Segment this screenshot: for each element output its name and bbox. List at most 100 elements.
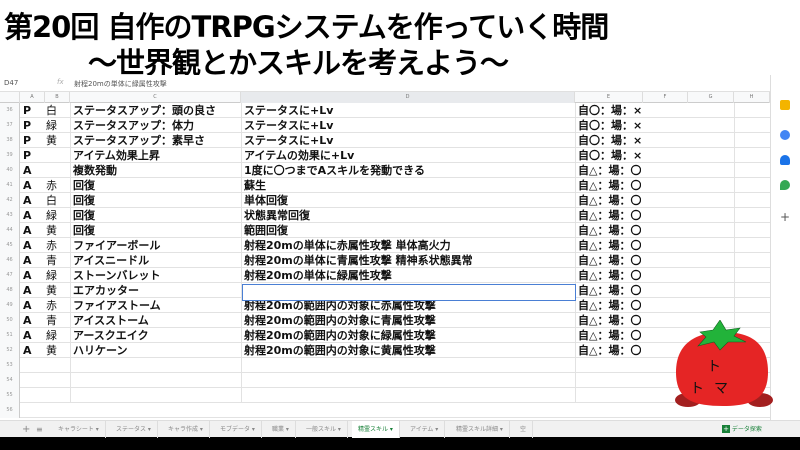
cell-effect[interactable]: 状態異常回復 [244,208,574,223]
cell-usage[interactable]: 自△：場：〇 [578,223,641,238]
row-number[interactable]: 46 [0,253,20,268]
cell-effect[interactable]: 単体回復 [244,193,574,208]
cell-effect[interactable]: ステータスに+Lv [244,103,574,118]
row-number[interactable]: 42 [0,193,20,208]
cell-usage[interactable]: 自△：場：〇 [578,343,641,358]
sheet-tab[interactable]: キャラシート ▾ [52,421,106,438]
sheet-tab[interactable]: 職業 ▾ [266,421,296,438]
cell-usage[interactable]: 自〇：場：× [578,133,642,148]
add-addon-icon[interactable]: + [780,210,790,224]
cell-type[interactable]: A [23,223,32,238]
row-number[interactable]: 47 [0,268,20,283]
cell-skill-name[interactable]: アースクエイク [73,328,238,343]
cell-color[interactable]: 緑 [46,118,57,133]
cell-type[interactable]: P [23,133,31,148]
cell-type[interactable]: A [23,253,32,268]
cell-skill-name[interactable]: ストーンバレット [73,268,238,283]
cell-type[interactable]: A [23,313,32,328]
cell-color[interactable]: 青 [46,313,57,328]
cell-effect[interactable]: 射程20mの範囲内の対象に緑属性攻撃 [244,328,574,343]
row-number[interactable]: 48 [0,283,20,298]
cell-type[interactable]: A [23,178,32,193]
cell-type[interactable]: A [23,268,32,283]
cell-effect[interactable]: 射程20mの単体に青属性攻撃 精神系状態異常 [244,253,574,268]
cell-color[interactable]: 黄 [46,283,57,298]
row-number[interactable]: 38 [0,133,20,148]
cell-effect[interactable]: 射程20mの単体に赤属性攻撃 単体高火力 [244,238,574,253]
cell-effect[interactable]: 射程20mの単体に緑属性攻撃 [244,268,574,283]
cell-effect[interactable]: ステータスに+Lv [244,133,574,148]
column-header[interactable]: B [45,92,70,103]
cell-usage[interactable]: 自△：場：〇 [578,283,641,298]
column-header[interactable]: F [643,92,688,103]
keep-icon[interactable] [780,100,790,110]
cell-skill-name[interactable]: ハリケーン [73,343,238,358]
cell-skill-name[interactable]: 回復 [73,178,238,193]
cell-effect[interactable]: 範囲回復 [244,223,574,238]
sheet-tab[interactable]: 精霊スキル ▾ [352,421,400,438]
column-header[interactable]: A [20,92,45,103]
cell-usage[interactable]: 自△：場：〇 [578,253,641,268]
cell-type[interactable]: A [23,238,32,253]
cell-color[interactable]: 緑 [46,328,57,343]
column-header[interactable]: D [241,92,575,103]
row-number[interactable]: 36 [0,103,20,118]
cell-usage[interactable]: 自△：場：〇 [578,178,641,193]
row-number[interactable]: 51 [0,328,20,343]
cell-skill-name[interactable]: 回復 [73,223,238,238]
cell-type[interactable]: A [23,163,32,178]
cell-skill-name[interactable]: エアカッター [73,283,238,298]
cell-skill-name[interactable]: ステータスアップ：体力 [73,118,238,133]
tasks-icon[interactable] [780,130,790,140]
cell-type[interactable]: P [23,118,31,133]
cell-color[interactable]: 赤 [46,298,57,313]
row-number[interactable]: 41 [0,178,20,193]
cell-reference[interactable]: D47 [4,79,18,87]
cell-usage[interactable]: 自〇：場：× [578,118,642,133]
cell-usage[interactable]: 自△：場：〇 [578,313,641,328]
cell-skill-name[interactable]: 複数発動 [73,163,238,178]
cell-effect[interactable]: アイテムの効果に+Lv [244,148,574,163]
row-number[interactable]: 56 [0,403,20,418]
sheet-tab[interactable]: 一般スキル ▾ [300,421,348,438]
cell-type[interactable]: P [23,148,31,163]
row-number[interactable]: 53 [0,358,20,373]
cell-usage[interactable]: 自△：場：〇 [578,193,641,208]
column-header[interactable]: C [70,92,241,103]
cell-type[interactable]: A [23,208,32,223]
sheet-tab[interactable]: 精霊スキル詳細 ▾ [450,421,510,438]
explore-button[interactable]: + データ探索 [722,424,762,433]
cell-color[interactable]: 赤 [46,178,57,193]
all-sheets-icon[interactable]: ≡ [36,421,43,438]
cell-color[interactable]: 青 [46,253,57,268]
cell-skill-name[interactable]: アイテム効果上昇 [73,148,238,163]
cell-usage[interactable]: 自△：場：〇 [578,208,641,223]
column-header[interactable]: E [575,92,643,103]
cell-effect[interactable]: ステータスに+Lv [244,118,574,133]
active-cell-editor[interactable] [242,284,576,301]
column-header[interactable]: H [734,92,770,103]
row-number[interactable]: 45 [0,238,20,253]
row-number[interactable]: 49 [0,298,20,313]
row-number[interactable]: 55 [0,388,20,403]
cell-skill-name[interactable]: ファイアストーム [73,298,238,313]
cell-color[interactable]: 白 [46,193,57,208]
cell-skill-name[interactable]: ステータスアップ：素早さ [73,133,238,148]
row-number[interactable]: 54 [0,373,20,388]
cell-effect[interactable]: 1度に〇つまでAスキルを発動できる [244,163,574,178]
row-number[interactable]: 37 [0,118,20,133]
row-number[interactable]: 43 [0,208,20,223]
add-sheet-icon[interactable]: + [22,421,30,438]
cell-usage[interactable]: 自△：場：〇 [578,238,641,253]
cell-type[interactable]: P [23,103,31,118]
cell-usage[interactable]: 自〇：場：× [578,148,642,163]
select-all-corner[interactable] [0,92,20,103]
maps-icon[interactable] [780,180,790,190]
cell-type[interactable]: A [23,343,32,358]
row-number[interactable]: 52 [0,343,20,358]
contacts-icon[interactable] [780,155,790,165]
sheet-tab[interactable]: キャラ作成 ▾ [162,421,210,438]
cell-skill-name[interactable]: 回復 [73,193,238,208]
cell-usage[interactable]: 自△：場：〇 [578,163,641,178]
cell-usage[interactable]: 自△：場：〇 [578,328,641,343]
